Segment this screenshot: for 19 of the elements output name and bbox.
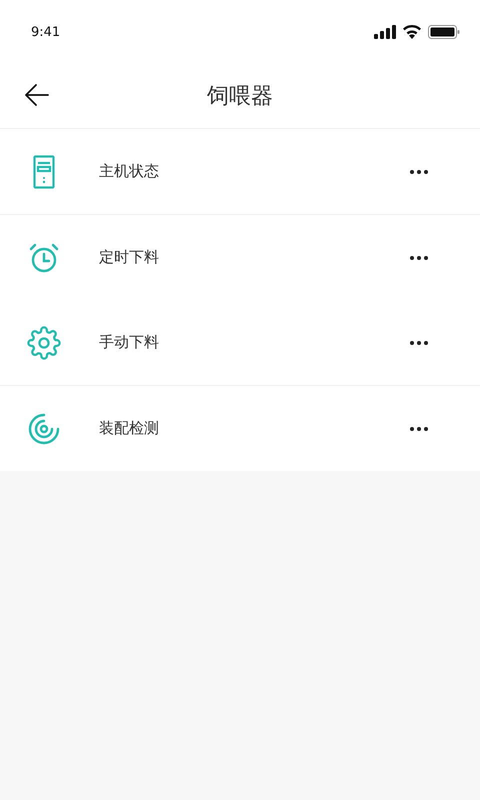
status-time: 9:41 [31,24,60,40]
menu-label: 装配检测 [98,419,160,438]
more-icon[interactable] [410,256,428,260]
radar-icon [28,412,60,444]
wifi-icon [402,25,422,39]
back-arrow-icon [24,82,50,108]
menu-label: 主机状态 [98,162,160,181]
alarm-clock-icon [28,242,60,272]
device-icon [33,154,55,188]
more-icon[interactable] [410,426,428,430]
settings-icon [27,326,61,360]
back-button[interactable] [24,82,50,108]
battery-icon [428,25,460,39]
more-icon[interactable] [410,170,428,174]
page-title: 饲喂器 [207,83,273,111]
menu-label: 定时下料 [98,248,160,267]
more-icon[interactable] [410,340,428,344]
menu-label: 手动下料 [98,333,160,352]
signal-icon [374,25,396,39]
